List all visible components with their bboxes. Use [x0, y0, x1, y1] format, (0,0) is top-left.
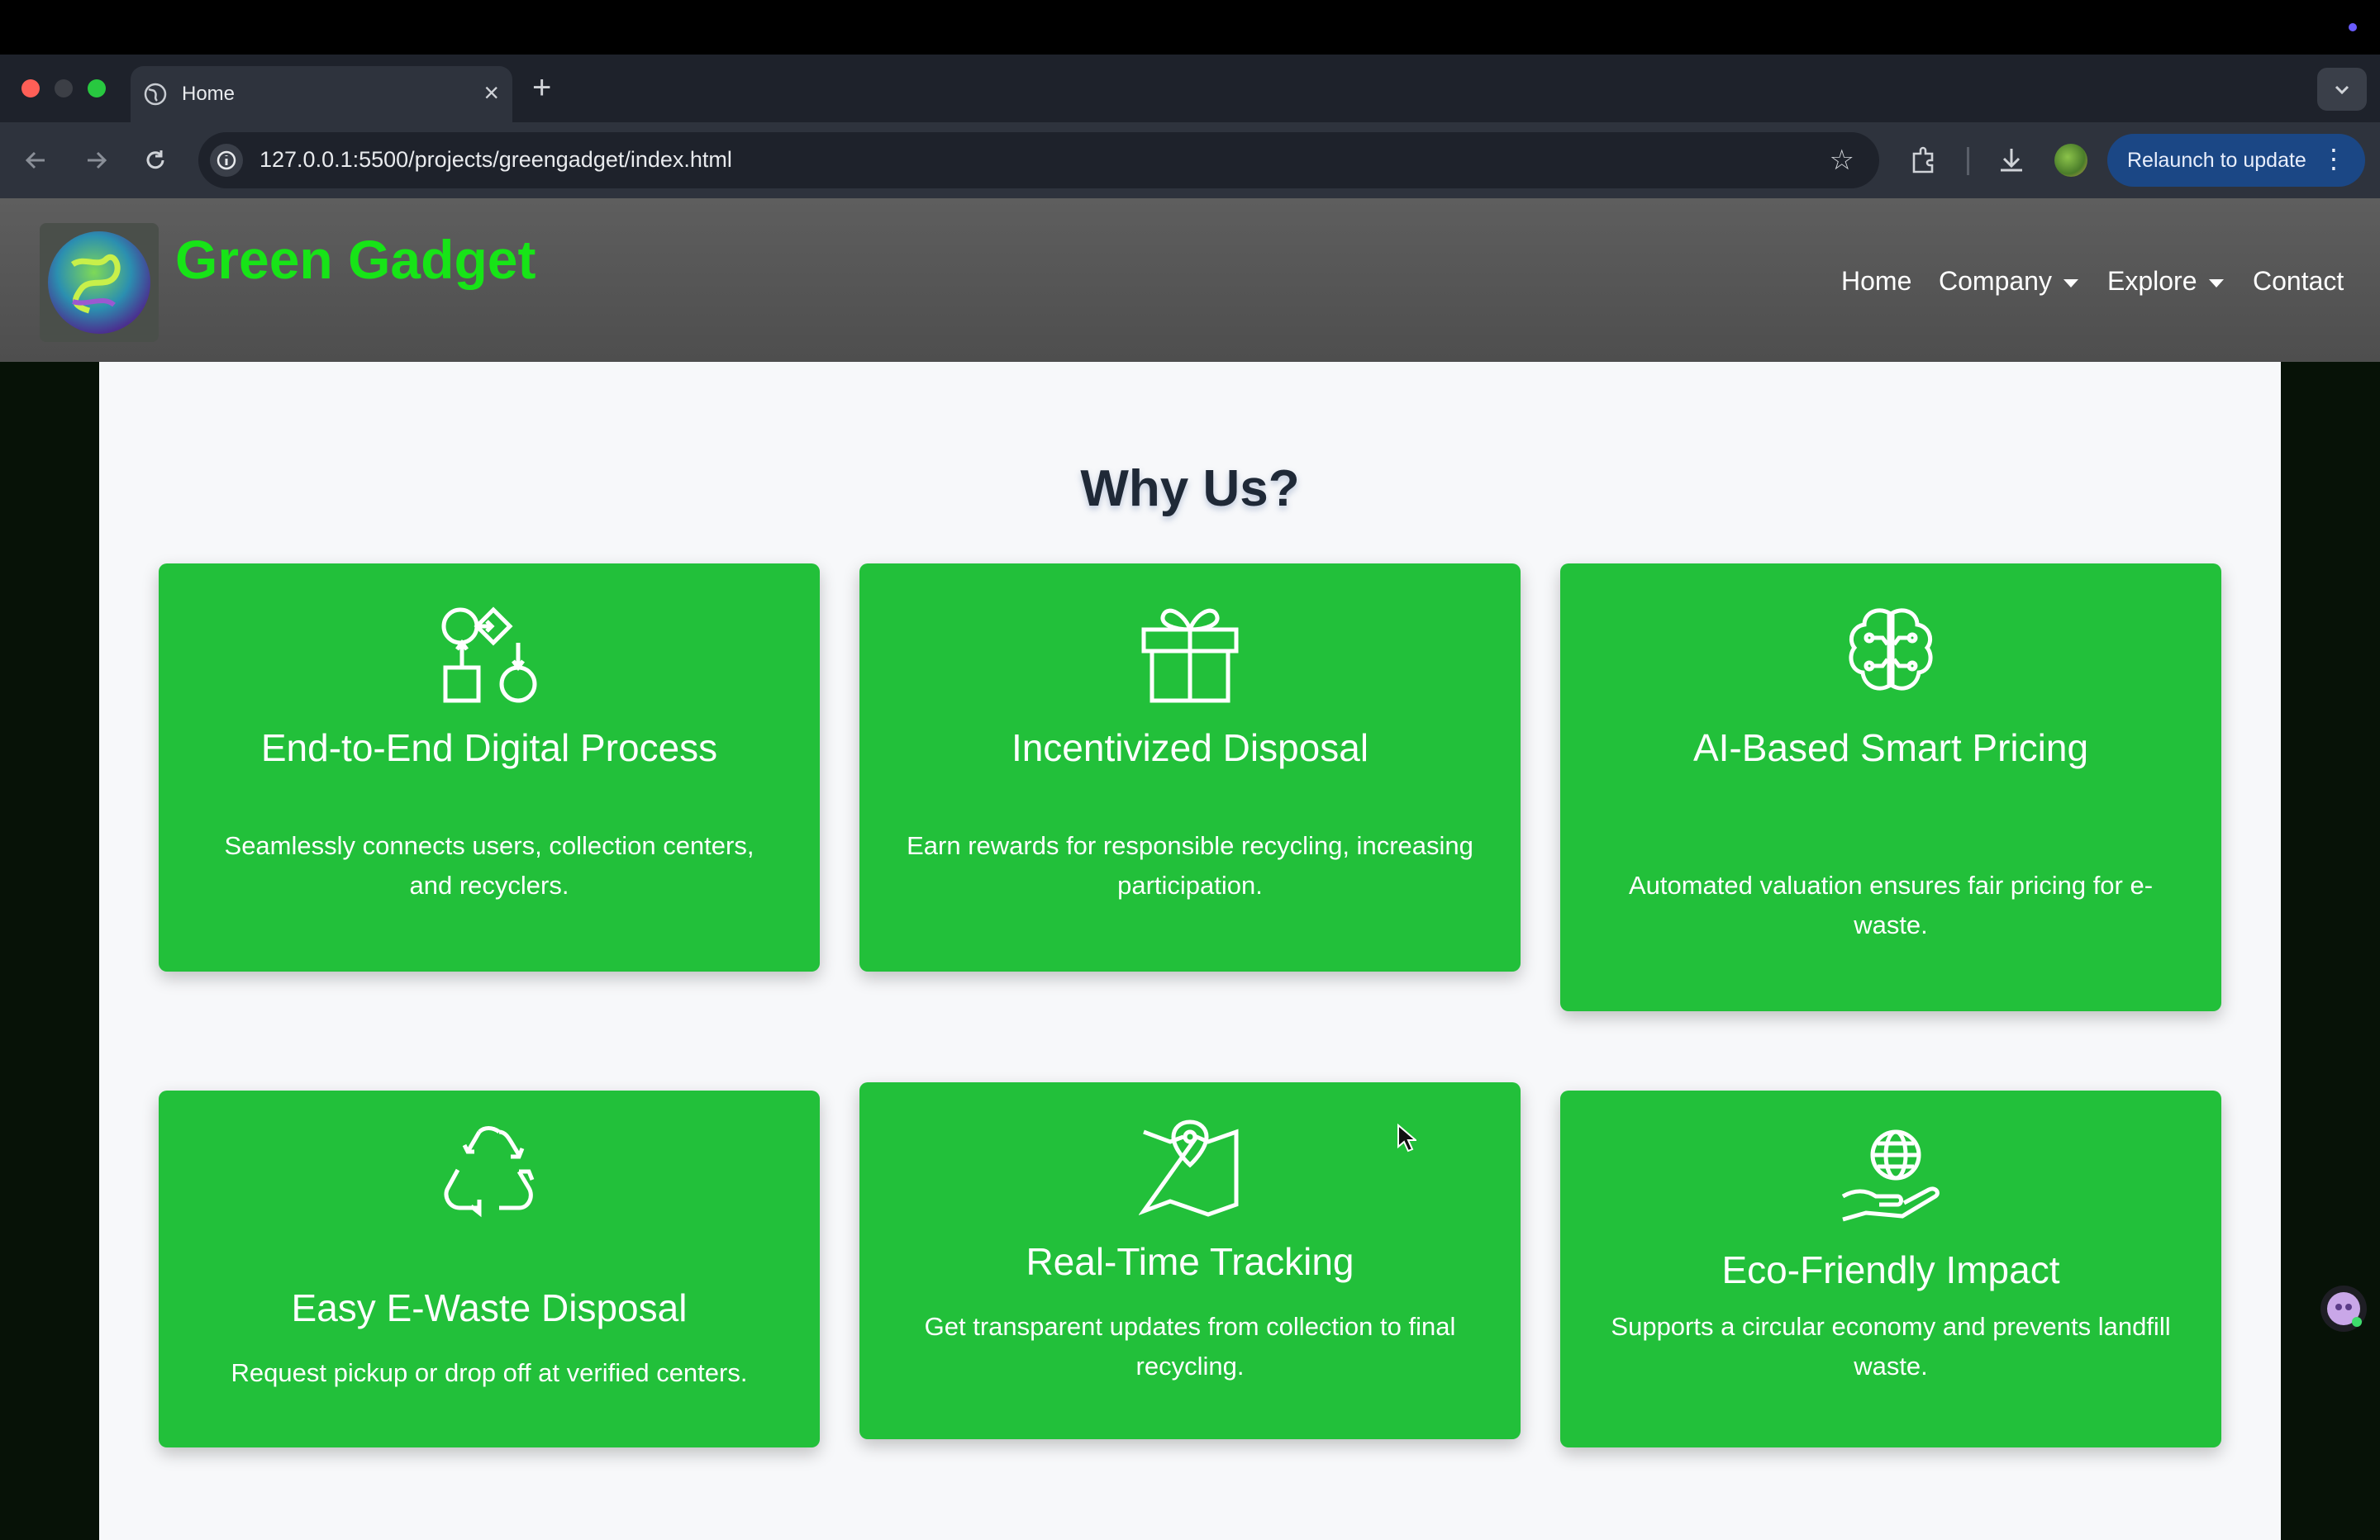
feature-card: End-to-End Digital Process Seamlessly co… — [159, 563, 820, 972]
toolbar-separator — [1967, 147, 1969, 175]
extensions-icon[interactable] — [1906, 142, 1942, 178]
os-menu-bar — [0, 0, 2380, 55]
gift-icon — [1141, 608, 1239, 703]
site-info-icon[interactable] — [210, 144, 243, 177]
download-icon[interactable] — [1993, 142, 2030, 178]
brand-logo[interactable] — [40, 223, 159, 342]
window-zoom-button[interactable] — [88, 79, 106, 97]
card-title: End-to-End Digital Process — [260, 726, 718, 769]
assistant-avatar-button[interactable] — [2320, 1286, 2367, 1332]
tab-search-button[interactable] — [2317, 68, 2367, 111]
card-text: Earn rewards for responsible recycling, … — [907, 831, 1473, 900]
nav-company-label: Company — [1939, 266, 2052, 296]
card-text: Automated valuation ensures fair pricing… — [1628, 871, 2154, 939]
section-title: Why Us? — [1080, 460, 1300, 517]
assistant-face-icon — [2327, 1292, 2362, 1327]
nav-company-dropdown[interactable]: Company — [1939, 266, 2078, 297]
globe-hand-icon — [1841, 1129, 1940, 1222]
feature-card: AI-Based Smart Pricing Automated valuati… — [1560, 563, 2221, 1011]
relaunch-to-update-button[interactable]: Relaunch to update ⋮ — [2107, 134, 2365, 187]
brand-name[interactable]: Green Gadget — [175, 228, 536, 291]
forward-arrow-icon[interactable] — [79, 144, 112, 177]
profile-avatar[interactable] — [2054, 144, 2087, 177]
map-pin-icon — [1139, 1119, 1239, 1217]
card-text: Get transparent updates from collection … — [924, 1312, 1456, 1381]
card-title: AI-Based Smart Pricing — [1692, 726, 2089, 769]
feature-card: Real-Time Tracking Get transparent updat… — [859, 1082, 1521, 1439]
ai-brain-icon — [1849, 608, 1933, 691]
feature-card: Eco-Friendly Impact Supports a circular … — [1560, 1091, 2221, 1447]
card-title: Incentivized Disposal — [1011, 726, 1369, 769]
nav-contact[interactable]: Contact — [2253, 266, 2344, 297]
window-minimize-button[interactable] — [55, 79, 73, 97]
card-title: Eco-Friendly Impact — [1721, 1248, 2060, 1291]
nav-explore-label: Explore — [2107, 266, 2197, 296]
more-menu-icon[interactable]: ⋮ — [2320, 144, 2347, 173]
earth-logo-icon — [48, 231, 150, 334]
window-close-button[interactable] — [21, 79, 40, 97]
nav-explore-dropdown[interactable]: Explore — [2107, 266, 2224, 297]
caret-down-icon — [2208, 278, 2224, 288]
url-text[interactable]: 127.0.0.1:5500/projects/greengadget/inde… — [259, 147, 732, 173]
card-title: Real-Time Tracking — [1026, 1240, 1354, 1283]
bookmark-star-icon[interactable]: ☆ — [1830, 144, 1854, 177]
why-us-section: Why Us? End-to-End Digital Process Seaml… — [99, 362, 2281, 1540]
flowchart-icon — [441, 606, 537, 703]
chevron-down-icon — [2335, 85, 2349, 95]
caret-down-icon — [2063, 278, 2078, 288]
card-text: Seamlessly connects users, collection ce… — [224, 831, 754, 900]
reload-icon[interactable] — [139, 144, 172, 177]
status-dot-icon — [2349, 23, 2357, 31]
mouse-cursor-icon — [1397, 1124, 1416, 1153]
nav-home[interactable]: Home — [1841, 266, 1911, 297]
browser-tab-home[interactable]: Home × — [131, 66, 512, 122]
card-title: Easy E-Waste Disposal — [291, 1286, 688, 1329]
back-arrow-icon[interactable] — [20, 144, 53, 177]
new-tab-button[interactable]: + — [532, 69, 551, 106]
tab-close-icon[interactable]: × — [483, 78, 499, 107]
feature-card: Incentivized Disposal Earn rewards for r… — [859, 563, 1521, 972]
relaunch-label: Relaunch to update — [2127, 149, 2306, 172]
globe-icon — [144, 83, 167, 106]
tab-title: Home — [182, 83, 236, 105]
address-bar[interactable]: 127.0.0.1:5500/projects/greengadget/inde… — [198, 132, 1879, 188]
recycle-icon — [444, 1126, 535, 1218]
card-text: Request pickup or drop off at verified c… — [231, 1358, 748, 1387]
feature-card: Easy E-Waste Disposal Request pickup or … — [159, 1091, 820, 1447]
card-text: Supports a circular economy and prevents… — [1611, 1312, 2171, 1381]
